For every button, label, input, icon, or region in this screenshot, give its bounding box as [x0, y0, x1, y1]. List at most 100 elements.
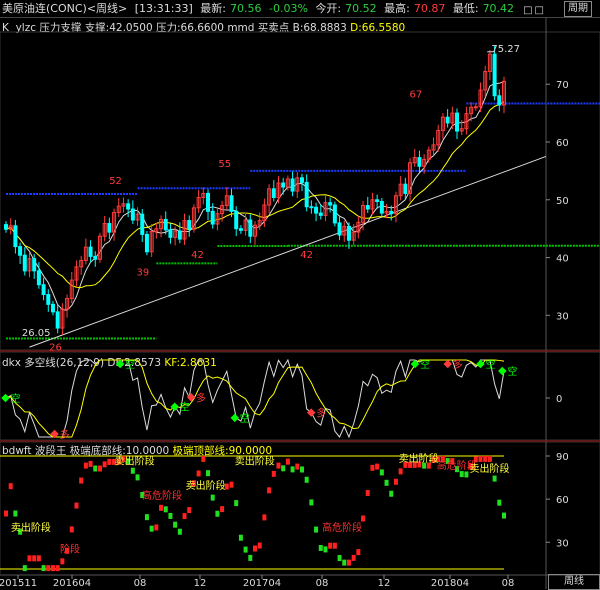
- candle-body: [328, 202, 333, 206]
- bd-step: [299, 466, 304, 473]
- panel-frame-1: [0, 351, 600, 441]
- candle-body: [18, 246, 23, 256]
- bd-phase-label-6: 高危阶段: [322, 521, 362, 534]
- bd-phase-label-5: 卖出阶段: [235, 455, 275, 468]
- bd-step: [323, 546, 328, 553]
- candle-body: [299, 177, 304, 183]
- candle-body: [163, 218, 168, 231]
- bd-step: [234, 500, 239, 507]
- dkx-df-line: [5, 358, 505, 439]
- bd-step: [27, 555, 32, 562]
- ytick-label-50: 50: [556, 196, 569, 207]
- bd-step: [351, 554, 356, 561]
- bd-step: [318, 544, 323, 551]
- bd-step: [332, 542, 337, 549]
- bd-step: [384, 479, 389, 486]
- bd-step: [328, 542, 333, 549]
- bd-step: [93, 465, 98, 472]
- candle-body: [375, 199, 380, 203]
- bd-step: [492, 475, 497, 482]
- bd-step: [32, 555, 37, 562]
- candle-body: [4, 224, 8, 230]
- bd-step: [356, 549, 361, 556]
- candle-body: [492, 53, 497, 97]
- bd-step: [229, 481, 234, 488]
- bd-step: [36, 555, 41, 562]
- bd-step: [267, 487, 272, 494]
- bd-step: [389, 490, 394, 497]
- bd-step: [168, 512, 173, 519]
- bd-step: [502, 512, 506, 519]
- bd-step: [83, 462, 88, 469]
- candle-body: [290, 178, 295, 192]
- bd-phase-label-4: 卖出阶段: [186, 479, 226, 492]
- dkx-signal-marker: [498, 366, 507, 376]
- price-annotation-2: 52: [109, 176, 122, 187]
- dkx-signal-label-0: 空: [10, 392, 20, 405]
- period-weekly-button[interactable]: 周线: [548, 574, 600, 590]
- candle-body: [55, 311, 60, 329]
- candle-body: [497, 95, 502, 106]
- bd-step: [497, 499, 502, 506]
- price-annotation-6: 42: [191, 250, 204, 261]
- bd-step: [177, 528, 182, 535]
- bd-step: [130, 467, 135, 474]
- bd-step: [295, 463, 300, 470]
- price-annotation-8: 26: [49, 342, 62, 353]
- bd-step: [243, 546, 248, 553]
- bd-step: [464, 471, 469, 478]
- bd-phase-label-1: 阶段: [60, 542, 80, 555]
- bd-step: [271, 470, 276, 477]
- candle-body: [144, 233, 149, 253]
- bd-phase-label-7: 卖出阶段: [399, 452, 439, 465]
- price-annotation-0: 26.05: [22, 328, 51, 339]
- xtick-label-8: 08: [502, 578, 515, 589]
- candle-body: [50, 303, 55, 313]
- xtick-label-2: 08: [134, 578, 147, 589]
- candle-body: [234, 210, 239, 230]
- candle-body: [22, 254, 27, 272]
- ytick-label-60: 60: [556, 138, 569, 149]
- candle-body: [32, 258, 37, 272]
- bd-step: [379, 469, 384, 476]
- bd-step: [276, 462, 281, 469]
- bd-step: [285, 458, 290, 465]
- bd-step: [182, 513, 187, 520]
- candle-body: [379, 201, 384, 214]
- bd-step: [220, 506, 225, 513]
- candle-body: [238, 228, 243, 231]
- bd-step: [102, 461, 107, 468]
- candle-body: [346, 225, 351, 241]
- bd-ytick-label-60: 60: [556, 495, 569, 506]
- candle-body: [248, 219, 253, 237]
- dkx-signal-marker: [1, 393, 10, 403]
- candle-body: [130, 208, 135, 221]
- bd-step: [342, 559, 347, 566]
- bd-step: [365, 489, 370, 496]
- bd-step: [187, 507, 192, 514]
- candle-body: [187, 220, 192, 230]
- price-annotation-1: 75.27: [491, 44, 520, 55]
- bd-step: [196, 470, 201, 477]
- candle-body: [281, 182, 286, 188]
- xtick-label-6: 12: [378, 578, 391, 589]
- bd-step: [46, 565, 51, 572]
- price-annotation-7: 42: [300, 250, 313, 261]
- bd-step: [346, 559, 351, 566]
- bd-step: [210, 494, 215, 501]
- bd-step: [257, 542, 262, 549]
- candle-body: [309, 206, 314, 209]
- candle-body: [177, 230, 182, 240]
- dkx-signal-label-2: 空: [125, 358, 135, 371]
- dkx-signal-label-3: 空: [180, 401, 190, 414]
- dkx-signal-label-7: 空: [420, 358, 430, 371]
- bd-step: [487, 455, 492, 462]
- bd-step: [206, 470, 211, 477]
- dkx-signal-marker: [170, 402, 179, 411]
- candle-body: [271, 188, 276, 198]
- chart-canvas[interactable]: 706050403026.0575.275255673942 42260空多空空多…: [0, 0, 600, 589]
- candle-body: [88, 246, 93, 257]
- candle-body: [445, 116, 450, 124]
- bd-step: [290, 466, 295, 473]
- candle-body: [389, 210, 394, 215]
